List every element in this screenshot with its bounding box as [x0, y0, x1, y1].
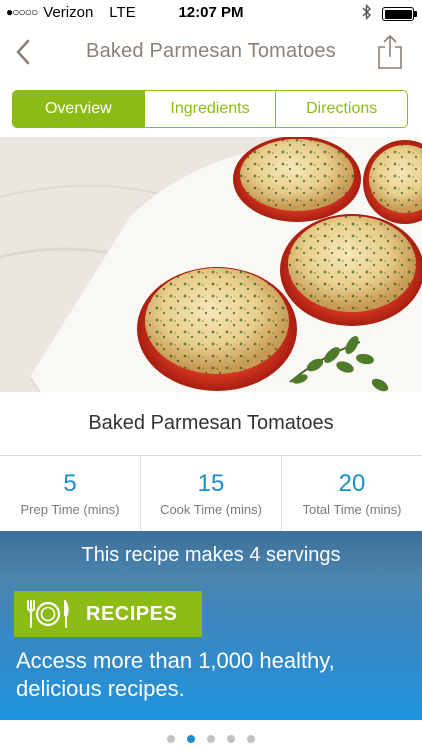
recipe-title: Baked Parmesan Tomatoes [0, 392, 422, 456]
share-button[interactable] [376, 34, 404, 70]
promo-text: Access more than 1,000 healthy, deliciou… [16, 648, 335, 701]
bluetooth-icon [362, 3, 372, 24]
page-indicator[interactable] [0, 728, 422, 750]
stat-value: 5 [63, 470, 77, 497]
nav-bar: Baked Parmesan Tomatoes [0, 24, 422, 82]
servings-banner: This recipe makes 4 servings [0, 531, 422, 579]
promo-banner[interactable]: RECIPES Access more than 1,000 healthy, … [0, 579, 422, 720]
tab-directions[interactable]: Directions [275, 91, 407, 127]
share-icon [378, 35, 402, 69]
tab-ingredients[interactable]: Ingredients [143, 91, 276, 127]
stat-total-time: 20 Total Time (mins) [281, 456, 422, 531]
promo-badge-label: RECIPES [86, 602, 178, 625]
stat-label: Prep Time (mins) [20, 502, 120, 517]
recipe-stats: 5 Prep Time (mins) 15 Cook Time (mins) 2… [0, 456, 422, 531]
stat-cook-time: 15 Cook Time (mins) [140, 456, 281, 531]
stat-value: 15 [197, 470, 225, 497]
status-bar: ●○○○○ Verizon LTE 12:07 PM [0, 0, 422, 24]
stat-value: 20 [338, 470, 366, 497]
stat-prep-time: 5 Prep Time (mins) [0, 456, 140, 531]
stat-label: Total Time (mins) [302, 502, 402, 517]
status-right [362, 3, 417, 24]
segmented-tabs: Overview Ingredients Directions [12, 90, 408, 128]
promo-badge: RECIPES [14, 591, 202, 637]
battery-icon [382, 7, 417, 21]
page-title: Baked Parmesan Tomatoes [86, 40, 336, 62]
plate-cutlery-icon [27, 600, 69, 628]
page-dot-active[interactable] [187, 735, 195, 743]
page-dot[interactable] [167, 735, 175, 743]
tab-overview[interactable]: Overview [13, 91, 144, 127]
recipe-photo [0, 137, 422, 392]
stat-label: Cook Time (mins) [160, 502, 262, 517]
page-dot[interactable] [207, 735, 215, 743]
page-dot[interactable] [247, 735, 255, 743]
status-time: 12:07 PM [178, 3, 244, 21]
page-dot[interactable] [227, 735, 235, 743]
